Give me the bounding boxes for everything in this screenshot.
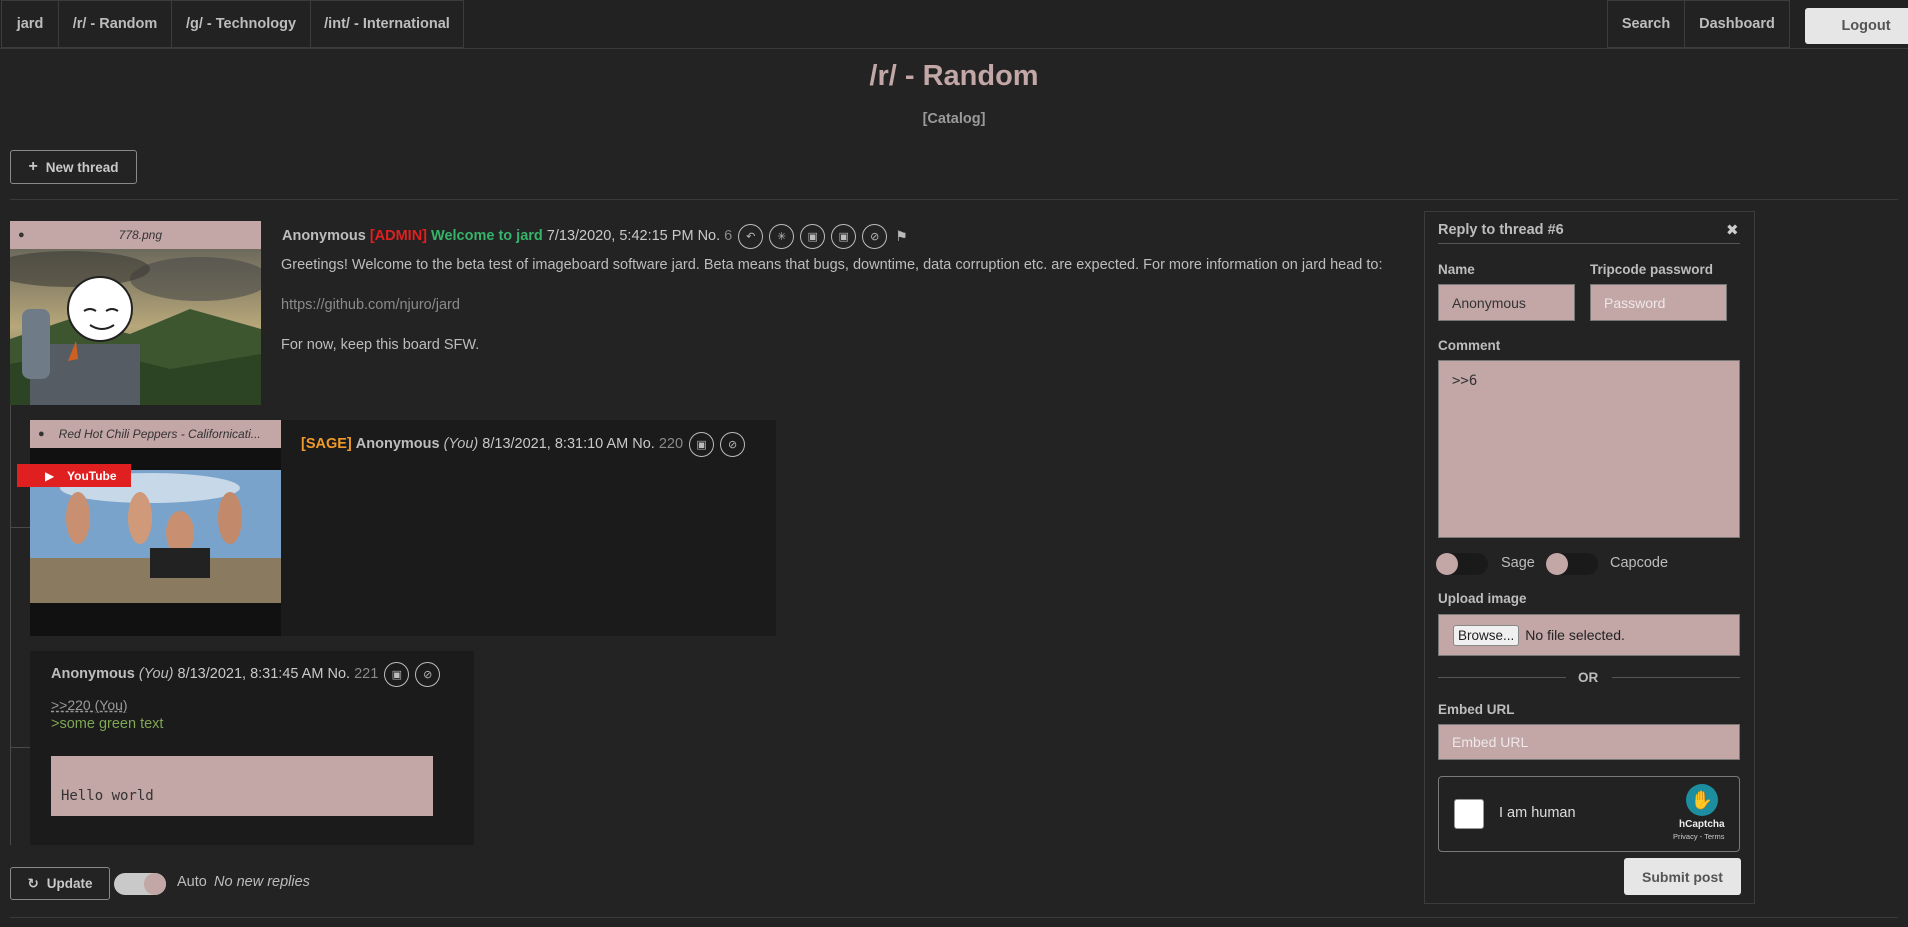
captcha-label: I am human: [1499, 805, 1576, 821]
tripcode-password-input[interactable]: Password: [1590, 284, 1727, 321]
thread-subject: Welcome to jard: [431, 228, 543, 244]
poster-name: Anonymous: [282, 228, 366, 244]
op-body-intro: Greetings! Welcome to the beta test of i…: [281, 257, 1383, 273]
nav-board-technology[interactable]: /g/ - Technology: [171, 0, 311, 48]
form-title-underline: [1438, 243, 1740, 244]
youtube-badge: ▶ YouTube: [17, 464, 131, 487]
nav-search[interactable]: Search: [1607, 0, 1685, 48]
post-number[interactable]: 6: [724, 228, 732, 244]
ban-icon[interactable]: ⊘: [415, 661, 441, 687]
embed-url-label: Embed URL: [1438, 702, 1515, 717]
toggle-knob: [1546, 553, 1568, 575]
thread-branch: [10, 747, 30, 748]
youtube-icon: ▶: [45, 468, 55, 483]
plus-icon: +: [28, 158, 38, 175]
delete-icon[interactable]: ▣: [689, 431, 715, 457]
tripcode-label: Tripcode password: [1590, 262, 1714, 277]
nav-dashboard[interactable]: Dashboard: [1684, 0, 1790, 48]
nav-board-international[interactable]: /int/ - International: [310, 0, 464, 48]
info-icon[interactable]: ●: [38, 428, 45, 440]
op-filename[interactable]: 778.png: [119, 228, 162, 242]
ban-icon[interactable]: ⊘: [862, 223, 888, 249]
post-no-label: No.: [632, 436, 655, 452]
thread-line: [10, 405, 11, 845]
close-icon[interactable]: ✖: [1726, 221, 1739, 239]
toggle-knob: [1436, 553, 1458, 575]
post-no-label: No.: [327, 666, 351, 682]
you-tag: (You): [138, 666, 174, 682]
code-block: Hello world: [51, 756, 433, 816]
update-status: No new replies: [214, 874, 310, 890]
op-body-link[interactable]: https://github.com/njuro/jard: [281, 297, 460, 313]
hcaptcha-widget: I am human ✋ hCaptcha Privacy - Terms: [1438, 776, 1740, 852]
poster-name: Anonymous: [355, 436, 440, 452]
hcaptcha-logo-icon: ✋: [1686, 784, 1718, 816]
no-file-text: No file selected.: [1525, 627, 1625, 643]
or-divider-left: [1438, 677, 1566, 678]
browse-button[interactable]: Browse...: [1453, 624, 1520, 646]
admin-capcode: [ADMIN]: [369, 228, 427, 244]
reply-221-header: Anonymous (You) 8/13/2021, 8:31:45 AM No…: [51, 660, 441, 688]
nav-home-jard[interactable]: jard: [1, 0, 59, 48]
sage-toggle[interactable]: [1436, 553, 1488, 575]
quote-link[interactable]: >>220 (You): [51, 697, 128, 713]
op-file-info-bar: ● 778.png: [10, 221, 261, 249]
post-number[interactable]: 221: [354, 666, 378, 682]
auto-label: Auto: [177, 874, 207, 890]
update-button[interactable]: ↻ Update: [10, 867, 110, 900]
divider: [10, 917, 1898, 918]
reply-form-title: Reply to thread #6: [1438, 222, 1564, 238]
op-post-header: Anonymous [ADMIN] Welcome to jard 7/13/2…: [282, 222, 908, 250]
reply-220-header: [SAGE] Anonymous (You) 8/13/2021, 8:31:1…: [301, 430, 746, 458]
post-date: 7/13/2020, 5:42:15 PM: [546, 228, 694, 244]
post-no-label: No.: [697, 228, 721, 244]
divider: [10, 199, 1898, 200]
or-separator: OR: [1578, 670, 1599, 685]
op-body-rule: For now, keep this board SFW.: [281, 337, 480, 353]
reply-file-info-bar: ● Red Hot Chili Peppers - Californicati.…: [30, 420, 281, 448]
thread-branch: [10, 527, 30, 528]
op-thumbnail[interactable]: [0, 249, 270, 405]
capcode-label: Capcode: [1610, 555, 1669, 571]
logout-button[interactable]: Logout: [1805, 8, 1908, 44]
delete-icon[interactable]: ▣: [831, 223, 857, 249]
lock-icon[interactable]: ▣: [800, 223, 826, 249]
info-icon[interactable]: ●: [18, 229, 25, 241]
file-upload-input[interactable]: Browse... No file selected.: [1438, 614, 1740, 656]
hcaptcha-brand: hCaptcha: [1679, 819, 1725, 830]
reply-filename[interactable]: Red Hot Chili Peppers - Californicati...: [59, 427, 261, 441]
greentext-line: >some green text: [51, 716, 164, 732]
hcaptcha-links[interactable]: Privacy - Terms: [1673, 832, 1725, 841]
refresh-icon: ↻: [27, 875, 39, 891]
embed-url-input[interactable]: Embed URL: [1438, 724, 1740, 760]
name-label: Name: [1438, 262, 1475, 277]
submit-post-button[interactable]: Submit post: [1624, 858, 1741, 895]
comment-textarea[interactable]: >>6: [1438, 360, 1740, 538]
new-thread-button[interactable]: + New thread: [10, 150, 137, 184]
captcha-checkbox[interactable]: [1454, 799, 1484, 829]
top-navbar: jard /r/ - Random /g/ - Technology /int/…: [0, 0, 1908, 49]
board-title: /r/ - Random: [869, 60, 1039, 92]
post-date: 8/13/2021, 8:31:45 AM: [177, 666, 324, 682]
sticky-icon[interactable]: ✳: [769, 223, 795, 249]
poster-name: Anonymous: [51, 666, 135, 682]
auto-update-toggle[interactable]: [114, 873, 166, 895]
pin-icon: ⚑: [895, 227, 908, 244]
nav-board-random[interactable]: /r/ - Random: [58, 0, 172, 48]
sage-label: Sage: [1501, 555, 1535, 571]
catalog-link[interactable]: [Catalog]: [0, 111, 1908, 127]
comment-label: Comment: [1438, 338, 1501, 353]
post-date: 8/13/2021, 8:31:10 AM: [482, 436, 629, 452]
sage-tag: [SAGE]: [301, 436, 352, 452]
you-tag: (You): [443, 436, 479, 452]
capcode-toggle[interactable]: [1546, 553, 1598, 575]
ban-icon[interactable]: ⊘: [720, 431, 746, 457]
toggle-knob: [144, 873, 166, 895]
reply-icon[interactable]: ↶: [738, 223, 764, 249]
post-number[interactable]: 220: [659, 436, 683, 452]
delete-icon[interactable]: ▣: [384, 661, 410, 687]
or-divider-right: [1612, 677, 1740, 678]
upload-image-label: Upload image: [1438, 591, 1527, 606]
name-input[interactable]: Anonymous: [1438, 284, 1575, 321]
